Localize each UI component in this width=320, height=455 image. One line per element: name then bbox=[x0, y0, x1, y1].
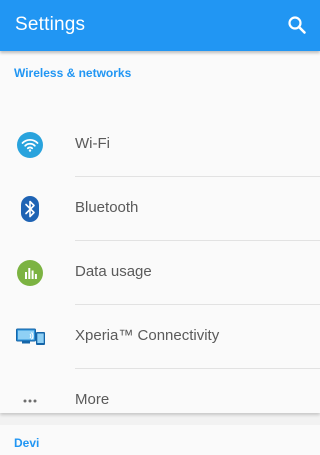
bluetooth-icon bbox=[17, 196, 43, 222]
settings-item-label: Bluetooth bbox=[75, 199, 139, 216]
settings-item-label: More bbox=[75, 391, 110, 408]
settings-item-more[interactable]: More bbox=[0, 369, 320, 433]
section-header-device: Devi bbox=[14, 436, 40, 450]
device-section-card: Devi bbox=[0, 425, 320, 455]
wifi-icon bbox=[17, 132, 43, 158]
settings-item-bluetooth[interactable]: Bluetooth bbox=[0, 177, 320, 241]
app-bar: Settings bbox=[0, 0, 320, 51]
section-header-wireless: Wireless & networks bbox=[14, 66, 132, 80]
data-usage-icon bbox=[17, 260, 43, 286]
search-icon[interactable] bbox=[286, 14, 308, 36]
wireless-networks-card: Wireless & networks Wi-Fi Bluetooth Data… bbox=[0, 51, 320, 413]
xperia-connectivity-icon bbox=[16, 324, 46, 350]
settings-item-label: Xperia™ Connectivity bbox=[75, 327, 220, 344]
settings-item-data-usage[interactable]: Data usage bbox=[0, 241, 320, 305]
more-icon bbox=[17, 388, 43, 414]
settings-item-label: Data usage bbox=[75, 263, 152, 280]
settings-item-wifi[interactable]: Wi-Fi bbox=[0, 113, 320, 177]
page-title: Settings bbox=[15, 14, 86, 35]
settings-item-label: Wi-Fi bbox=[75, 135, 110, 152]
settings-item-xperia-connectivity[interactable]: Xperia™ Connectivity bbox=[0, 305, 320, 369]
